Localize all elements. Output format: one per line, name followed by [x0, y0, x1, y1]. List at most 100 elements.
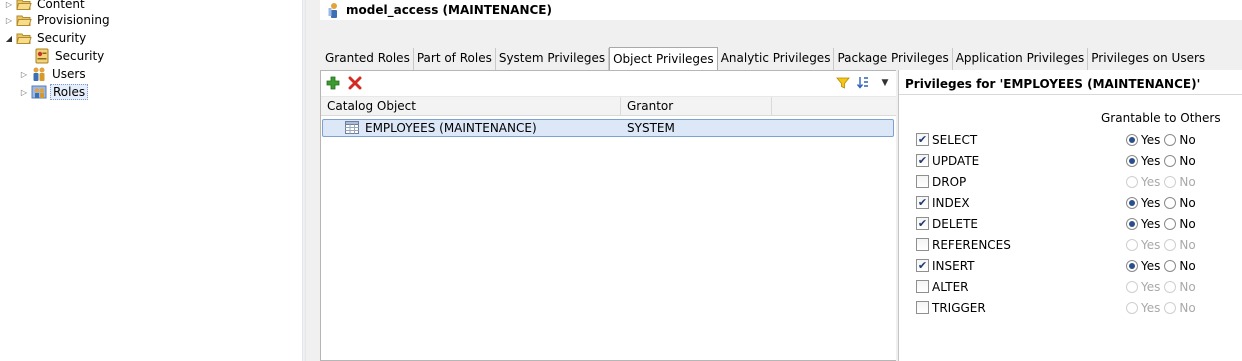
privilege-name: TRIGGER [932, 301, 986, 315]
navigator-tree: ▷ Content ▷ Provisioning ◢ Security Secu… [0, 0, 302, 361]
privilege-checkbox[interactable] [916, 175, 929, 188]
view-menu-icon[interactable]: ▼ [877, 75, 893, 91]
grantable-yes-label: Yes [1141, 259, 1161, 273]
tree-item-security-folder[interactable]: ◢ Security [4, 29, 88, 47]
grantable-no-label: No [1179, 217, 1196, 231]
grantable-no-label: No [1179, 259, 1196, 273]
expand-arrow-icon[interactable]: ▷ [19, 87, 29, 97]
privilege-row-insert: ✔ INSERT Yes No [916, 257, 1236, 275]
grantable-yes-radio[interactable] [1126, 155, 1138, 167]
privilege-name: DELETE [932, 217, 979, 231]
expand-arrow-icon[interactable]: ▷ [4, 0, 14, 9]
tree-item-label: Security [37, 31, 87, 45]
roles-icon [31, 84, 47, 100]
grantable-no-radio [1164, 281, 1177, 293]
grantable-yes-label: Yes [1141, 238, 1161, 252]
privilege-checkbox[interactable]: ✔ [916, 154, 929, 167]
grantor-cell: SYSTEM [627, 121, 675, 135]
folder-open-icon [16, 30, 32, 46]
object-list-header: Catalog Object Grantor [321, 96, 896, 116]
tab-privileges-on-users[interactable]: Privileges on Users [1088, 48, 1208, 70]
privilege-row-update: ✔ UPDATE Yes No [916, 152, 1236, 170]
grantable-no-radio [1164, 302, 1177, 314]
tab-object-privileges[interactable]: Object Privileges [609, 47, 718, 71]
privilege-checkbox[interactable]: ✔ [916, 217, 929, 230]
tab-system-privileges[interactable]: System Privileges [496, 48, 610, 70]
grantable-no-radio[interactable] [1164, 197, 1177, 209]
tree-item-label: Roles [50, 84, 89, 100]
object-list-panel: ▼ Catalog Object Grantor EMPLOYEES (MAIN… [320, 70, 896, 361]
tree-item-roles[interactable]: ▷ Roles [19, 83, 89, 101]
privileges-panel: Privileges for 'EMPLOYEES (MAINTENANCE)'… [898, 70, 1242, 361]
grantable-radio-group: Yes No [1126, 216, 1200, 232]
privilege-row-select: ✔ SELECT Yes No [916, 131, 1236, 149]
privilege-name: UPDATE [932, 154, 980, 168]
privilege-checkbox[interactable] [916, 238, 929, 251]
grantable-no-radio[interactable] [1164, 155, 1177, 167]
tree-item-users[interactable]: ▷ Users [19, 65, 88, 83]
privilege-checkbox[interactable] [916, 301, 929, 314]
privilege-checkbox[interactable] [916, 280, 929, 293]
radio-selected-dot [1129, 263, 1135, 269]
radio-selected-dot [1129, 158, 1135, 164]
grantable-no-radio[interactable] [1164, 134, 1177, 146]
column-catalog-object[interactable]: Catalog Object [321, 97, 621, 116]
radio-selected-dot [1129, 200, 1135, 206]
tree-item-provisioning[interactable]: ▷ Provisioning [4, 11, 112, 29]
grantable-yes-radio [1126, 239, 1138, 251]
grantable-no-label: No [1179, 280, 1196, 294]
grantable-no-label: No [1179, 175, 1196, 189]
radio-selected-dot [1129, 221, 1135, 227]
security-console-icon [34, 48, 50, 64]
grantable-no-label: No [1179, 196, 1196, 210]
privilege-checkbox[interactable]: ✔ [916, 133, 929, 146]
folder-open-icon [16, 12, 32, 28]
grantable-yes-radio [1126, 281, 1138, 293]
grantable-column-header: Grantable to Others [1101, 111, 1221, 125]
grantable-radio-group: Yes No [1126, 258, 1200, 274]
expand-arrow-icon[interactable]: ▷ [19, 69, 29, 79]
grantable-yes-radio[interactable] [1126, 260, 1138, 272]
tab-application-privileges[interactable]: Application Privileges [953, 48, 1089, 70]
tab-analytic-privileges[interactable]: Analytic Privileges [718, 48, 835, 70]
grantable-radio-group: Yes No [1126, 195, 1200, 211]
grantable-no-radio [1164, 239, 1177, 251]
grantable-yes-radio[interactable] [1126, 218, 1138, 230]
grantable-radio-group: Yes No [1126, 237, 1200, 253]
privilege-checkbox[interactable]: ✔ [916, 196, 929, 209]
grantable-no-radio[interactable] [1164, 218, 1177, 230]
grantable-no-radio[interactable] [1164, 260, 1177, 272]
users-icon [31, 66, 47, 82]
tab-package-privileges[interactable]: Package Privileges [834, 48, 953, 70]
sort-icon[interactable] [855, 75, 871, 91]
tree-item-security-console[interactable]: Security [22, 47, 106, 65]
grantable-radio-group: Yes No [1126, 174, 1200, 190]
role-icon [328, 2, 340, 18]
delete-icon[interactable] [347, 75, 363, 91]
grantable-yes-radio[interactable] [1126, 134, 1138, 146]
tab-part-of-roles[interactable]: Part of Roles [414, 48, 496, 70]
grantable-yes-label: Yes [1141, 280, 1161, 294]
add-icon[interactable] [325, 75, 341, 91]
grantable-radio-group: Yes No [1126, 132, 1200, 148]
catalog-object-cell: EMPLOYEES (MAINTENANCE) [365, 121, 537, 135]
tree-item-label: Users [52, 67, 86, 81]
table-row[interactable]: EMPLOYEES (MAINTENANCE) SYSTEM [322, 119, 894, 137]
grantable-yes-label: Yes [1141, 154, 1161, 168]
editor-header: model_access (MAINTENANCE) [320, 0, 1242, 20]
privilege-row-index: ✔ INDEX Yes No [916, 194, 1236, 212]
grantable-yes-radio [1126, 176, 1138, 188]
privilege-name: REFERENCES [932, 238, 1011, 252]
privilege-row-drop: DROP Yes No [916, 173, 1236, 191]
privilege-name: INDEX [932, 196, 970, 210]
column-grantor[interactable]: Grantor [621, 97, 772, 116]
privilege-name: DROP [932, 175, 967, 189]
tab-granted-roles[interactable]: Granted Roles [322, 48, 414, 70]
privilege-checkbox[interactable]: ✔ [916, 259, 929, 272]
filter-icon[interactable] [835, 75, 851, 91]
expand-arrow-icon[interactable]: ▷ [4, 15, 14, 25]
collapse-arrow-icon[interactable]: ◢ [4, 33, 14, 43]
grantable-yes-radio[interactable] [1126, 197, 1138, 209]
privilege-row-trigger: TRIGGER Yes No [916, 299, 1236, 317]
grantable-no-label: No [1179, 238, 1196, 252]
